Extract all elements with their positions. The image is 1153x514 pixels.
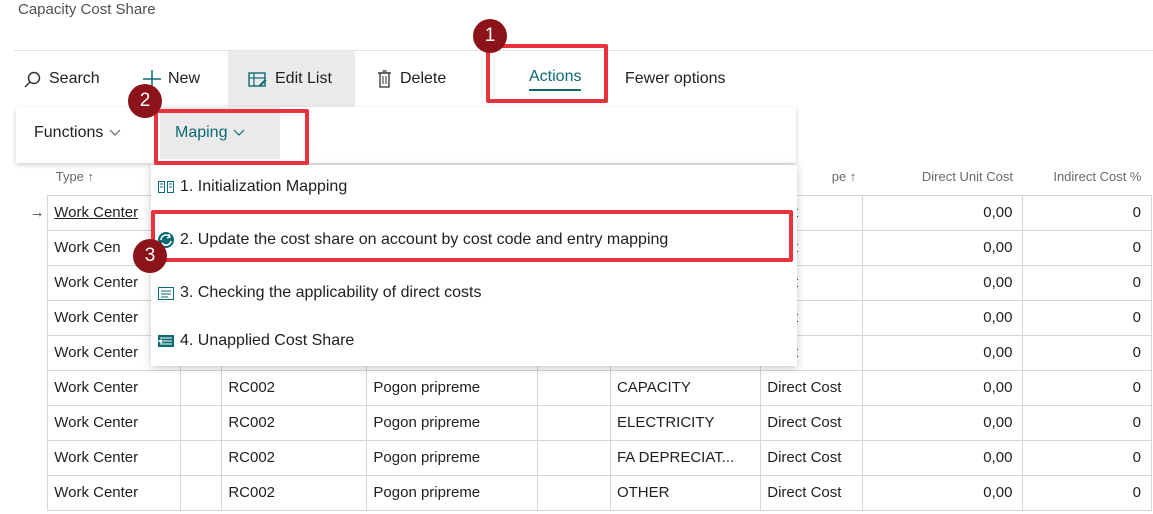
- current-row-arrow-icon: →: [29, 204, 45, 221]
- gap-cell: [537, 439, 611, 476]
- name-cell[interactable]: Pogon pripreme: [366, 474, 539, 511]
- entry-type-cell[interactable]: Direct Cost: [760, 404, 863, 441]
- name-cell[interactable]: Pogon pripreme: [366, 369, 539, 406]
- table-row[interactable]: Work Center RC002 Pogon pripreme CAPACIT…: [27, 369, 1152, 406]
- edit-list-icon: [248, 71, 267, 88]
- menu-item-unapplied-cost-share[interactable]: 4. Unapplied Cost Share: [151, 319, 797, 363]
- gap-cell: [179, 439, 223, 476]
- gap-cell: [179, 474, 223, 511]
- delete-button[interactable]: Delete: [377, 51, 446, 107]
- type-cell[interactable]: Work Center: [47, 404, 181, 441]
- edit-list-button[interactable]: Edit List: [228, 51, 355, 107]
- direct-unit-cost-cell[interactable]: 0,00: [861, 194, 1024, 231]
- highlight-update-cost-share: [151, 210, 793, 262]
- search-label: Search: [49, 70, 100, 87]
- no-cell[interactable]: RC002: [221, 369, 368, 406]
- table-row[interactable]: Work Center RC002 Pogon pripreme FA DEPR…: [27, 439, 1152, 476]
- indirect-cost-cell[interactable]: 0: [1022, 474, 1152, 511]
- direct-unit-cost-cell[interactable]: 0,00: [861, 299, 1024, 336]
- menu-item-checking-applicability[interactable]: 3. Checking the applicability of direct …: [151, 271, 797, 315]
- functions-label: Functions: [34, 124, 104, 141]
- indirect-cost-cell[interactable]: 0: [1022, 229, 1152, 266]
- menu-item-label: 4. Unapplied Cost Share: [180, 332, 355, 349]
- menu-item-label: 3. Checking the applicability of direct …: [180, 284, 482, 301]
- functions-menu[interactable]: Functions: [34, 107, 121, 159]
- step-badge-1: 1: [473, 19, 507, 53]
- table-row[interactable]: Work Center RC002 Pogon pripreme OTHER D…: [27, 474, 1152, 511]
- indirect-cost-cell[interactable]: 0: [1022, 439, 1152, 476]
- mapping-icon: [157, 178, 175, 196]
- search-icon: [24, 71, 41, 88]
- highlight-maping: [154, 109, 309, 165]
- new-label: New: [168, 70, 201, 87]
- unapplied-icon: [157, 332, 175, 350]
- entry-type-cell[interactable]: Direct Cost: [760, 439, 863, 476]
- gap-cell: [179, 404, 223, 441]
- direct-unit-cost-cell[interactable]: 0,00: [861, 334, 1024, 371]
- no-cell[interactable]: RC002: [221, 404, 368, 441]
- type-cell[interactable]: Work Center: [47, 474, 181, 511]
- no-cell[interactable]: RC002: [221, 439, 368, 476]
- name-cell[interactable]: Pogon pripreme: [366, 404, 539, 441]
- gap-cell: [537, 369, 611, 406]
- direct-unit-cost-cell[interactable]: 0,00: [861, 264, 1024, 301]
- type-cell[interactable]: Work Center: [47, 439, 181, 476]
- chevron-down-icon: [109, 124, 121, 142]
- direct-unit-cost-cell[interactable]: 0,00: [861, 439, 1024, 476]
- highlight-actions: [486, 44, 608, 103]
- action-submenu: Functions Maping: [16, 107, 796, 163]
- cost-code-cell[interactable]: ELECTRICITY: [609, 404, 762, 441]
- type-cell[interactable]: Work Center: [47, 369, 181, 406]
- menu-item-initialization-mapping[interactable]: 1. Initialization Mapping: [151, 165, 797, 209]
- step-badge-2: 2: [128, 84, 162, 118]
- cost-code-cell[interactable]: CAPACITY: [609, 369, 762, 406]
- direct-unit-cost-cell[interactable]: 0,00: [861, 369, 1024, 406]
- direct-unit-cost-cell[interactable]: 0,00: [861, 404, 1024, 441]
- indirect-cost-cell[interactable]: 0: [1022, 299, 1152, 336]
- delete-label: Delete: [400, 70, 447, 87]
- trash-icon: [377, 70, 392, 88]
- column-header-indirect-cost[interactable]: Indirect Cost %: [1023, 159, 1152, 195]
- entry-type-cell[interactable]: Direct Cost: [760, 474, 863, 511]
- fewer-options-label: Fewer options: [625, 70, 726, 87]
- edit-list-label: Edit List: [275, 70, 332, 87]
- direct-unit-cost-cell[interactable]: 0,00: [861, 474, 1024, 511]
- indirect-cost-cell[interactable]: 0: [1022, 404, 1152, 441]
- menu-item-label: 1. Initialization Mapping: [180, 178, 348, 195]
- page-title: Capacity Cost Share: [18, 1, 156, 18]
- fewer-options-button[interactable]: Fewer options: [625, 51, 726, 107]
- gap-cell: [537, 404, 611, 441]
- indirect-cost-cell[interactable]: 0: [1022, 334, 1152, 371]
- indirect-cost-cell[interactable]: 0: [1022, 264, 1152, 301]
- column-header-direct-unit-cost[interactable]: Direct Unit Cost: [862, 159, 1023, 195]
- no-cell[interactable]: RC002: [221, 474, 368, 511]
- maping-dropdown: 1. Initialization Mapping 2. Update the …: [151, 165, 797, 366]
- gap-cell: [537, 474, 611, 511]
- entry-type-cell[interactable]: Direct Cost: [760, 369, 863, 406]
- indirect-cost-cell[interactable]: 0: [1022, 194, 1152, 231]
- indirect-cost-cell[interactable]: 0: [1022, 369, 1152, 406]
- direct-unit-cost-cell[interactable]: 0,00: [861, 229, 1024, 266]
- name-cell[interactable]: Pogon pripreme: [366, 439, 539, 476]
- step-badge-3: 3: [133, 239, 167, 273]
- table-row[interactable]: Work Center RC002 Pogon pripreme ELECTRI…: [27, 404, 1152, 441]
- cost-code-cell[interactable]: OTHER: [609, 474, 762, 511]
- search-button[interactable]: Search: [24, 51, 100, 107]
- cost-code-cell[interactable]: FA DEPRECIAT...: [609, 439, 762, 476]
- gap-cell: [179, 369, 223, 406]
- checklist-icon: [157, 284, 175, 302]
